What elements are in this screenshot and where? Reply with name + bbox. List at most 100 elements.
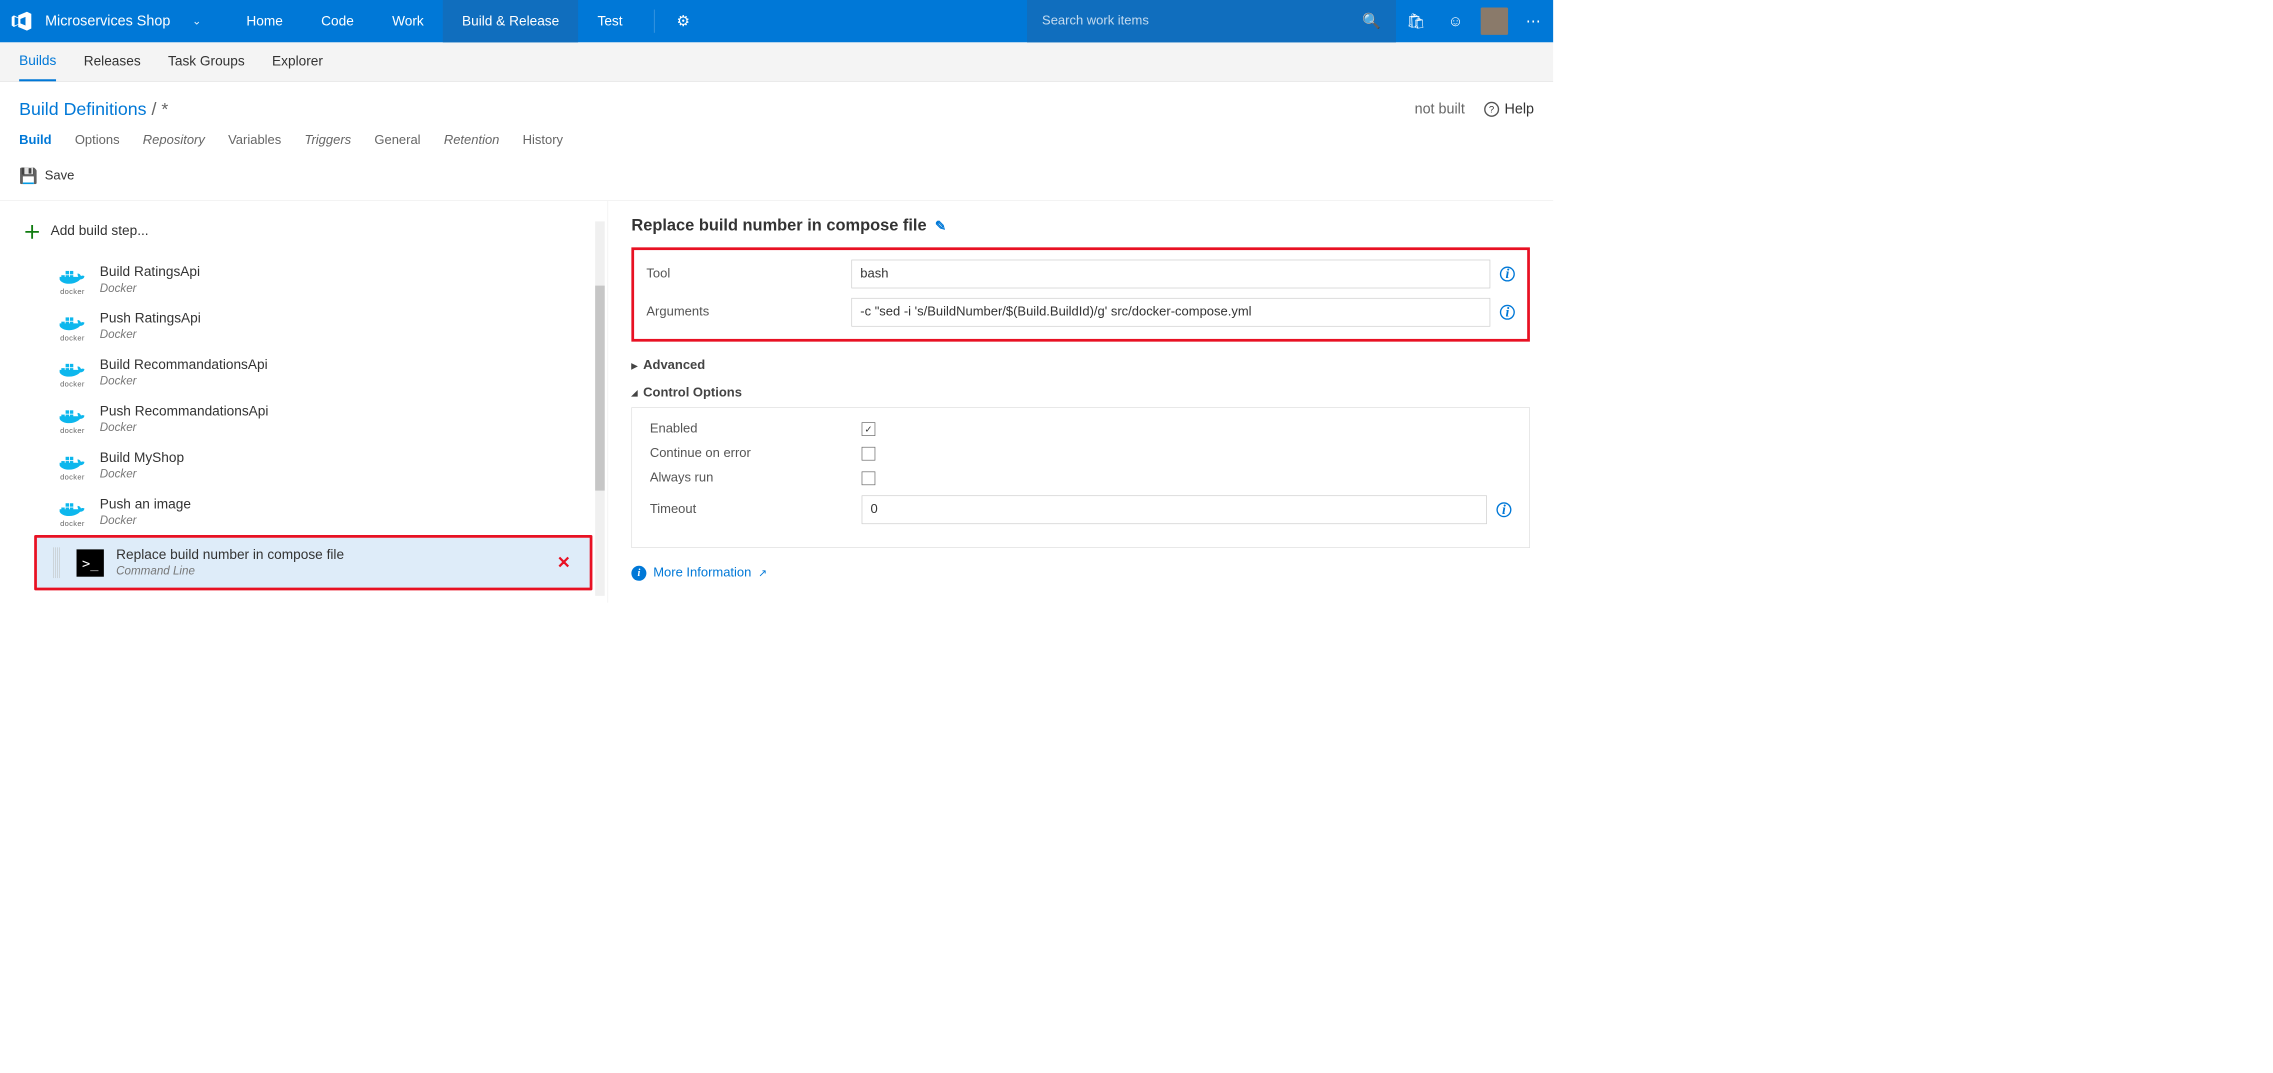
docker-icon-label: docker xyxy=(60,427,85,435)
subtab-releases[interactable]: Releases xyxy=(84,42,141,81)
build-step-row[interactable]: dockerBuild RatingsApiDocker xyxy=(19,256,607,302)
deftab-history[interactable]: History xyxy=(523,133,563,148)
advanced-section-toggle[interactable]: ▶ Advanced xyxy=(631,358,1530,373)
timeout-input[interactable] xyxy=(862,495,1487,524)
subtab-task-groups[interactable]: Task Groups xyxy=(168,42,245,81)
definition-tabs: Build Options Repository Variables Triggers G… xyxy=(0,126,1553,157)
help-icon: ? xyxy=(1484,101,1499,116)
control-options-toggle[interactable]: ◢ Control Options xyxy=(631,385,1530,400)
docker-icon-label: docker xyxy=(60,381,85,389)
search-icon[interactable]: 🔍 xyxy=(1362,12,1381,30)
scrollbar-thumb[interactable] xyxy=(595,286,605,491)
control-options-box: Enabled Continue on error Always run Tim… xyxy=(631,407,1530,548)
tool-info-icon[interactable]: i xyxy=(1500,266,1515,281)
chevron-right-icon: ▶ xyxy=(631,361,637,371)
step-title: Push an image xyxy=(100,496,191,512)
deftab-variables[interactable]: Variables xyxy=(228,133,281,148)
more-information-link[interactable]: i More Information ↗ xyxy=(631,566,1530,581)
breadcrumb-separator: / xyxy=(151,98,161,118)
topnav-home[interactable]: Home xyxy=(227,0,302,42)
deftab-triggers[interactable]: Triggers xyxy=(304,133,351,148)
plus-icon: ＋ xyxy=(23,219,41,244)
project-name[interactable]: Microservices Shop xyxy=(45,13,170,29)
always-run-checkbox[interactable] xyxy=(862,471,876,485)
deftab-options[interactable]: Options xyxy=(75,133,120,148)
step-subtitle: Docker xyxy=(100,281,200,295)
topnav-work[interactable]: Work xyxy=(373,0,443,42)
build-step-row[interactable]: docker Build MyShopDocker xyxy=(19,442,607,488)
deftab-retention[interactable]: Retention xyxy=(444,133,500,148)
step-subtitle: Docker xyxy=(100,374,268,388)
build-status: not built xyxy=(1415,101,1465,117)
arguments-input[interactable] xyxy=(851,298,1490,327)
feedback-smile-icon[interactable]: ☺ xyxy=(1436,0,1476,42)
drag-handle-icon[interactable] xyxy=(53,547,60,578)
subtab-builds[interactable]: Builds xyxy=(19,42,56,81)
deftab-repository[interactable]: Repository xyxy=(143,133,205,148)
arguments-info-icon[interactable]: i xyxy=(1500,305,1515,320)
docker-icon-label: docker xyxy=(60,474,85,482)
command-line-icon: >_ xyxy=(77,549,104,576)
build-step-row[interactable]: dockerBuild RecommandationsApiDocker xyxy=(19,349,607,395)
settings-gear-icon[interactable]: ⚙ xyxy=(667,0,700,42)
toolbar: 💾 Save xyxy=(0,158,1553,200)
timeout-info-icon[interactable]: i xyxy=(1496,502,1511,517)
step-subtitle: Docker xyxy=(100,513,191,527)
search-area: 🔍 xyxy=(1027,0,1396,42)
subtab-explorer[interactable]: Explorer xyxy=(272,42,323,81)
save-icon: 💾 xyxy=(19,167,38,185)
marketplace-icon[interactable]: 🛍 xyxy=(1396,0,1436,42)
more-info-text: More Information xyxy=(653,566,751,581)
docker-icon xyxy=(57,402,87,428)
docker-icon xyxy=(57,449,87,475)
tool-input[interactable] xyxy=(851,260,1490,289)
breadcrumb: Build Definitions / * xyxy=(19,98,168,119)
top-nav: HomeCodeWorkBuild & ReleaseTest xyxy=(227,0,641,42)
breadcrumb-root[interactable]: Build Definitions xyxy=(19,98,146,118)
enabled-checkbox[interactable] xyxy=(862,422,876,436)
timeout-label: Timeout xyxy=(650,502,862,517)
deftab-general[interactable]: General xyxy=(374,133,420,148)
help-label: Help xyxy=(1504,101,1534,117)
always-run-label: Always run xyxy=(650,471,862,486)
build-step-row[interactable]: >_ Replace build number in compose fileCo… xyxy=(34,535,592,590)
user-avatar[interactable] xyxy=(1481,8,1508,35)
docker-icon xyxy=(57,495,87,521)
edit-pencil-icon[interactable]: ✎ xyxy=(935,217,946,234)
build-step-row[interactable]: dockerPush RatingsApiDocker xyxy=(19,303,607,349)
chevron-down-icon: ◢ xyxy=(631,388,637,398)
docker-icon xyxy=(57,356,87,382)
more-menu-icon[interactable]: ⋯ xyxy=(1514,0,1554,42)
docker-icon xyxy=(57,263,87,289)
step-subtitle: Docker xyxy=(100,467,184,481)
main-split: ＋ Add build step... dockerBuild RatingsA… xyxy=(0,200,1553,602)
hub-tabs: Builds Releases Task Groups Explorer xyxy=(0,42,1553,82)
deftab-build[interactable]: Build xyxy=(19,133,51,148)
breadcrumb-current: * xyxy=(161,98,168,118)
save-button[interactable]: Save xyxy=(45,169,75,184)
steps-scrollbar[interactable] xyxy=(595,221,605,595)
step-title: Build MyShop xyxy=(100,450,184,466)
info-circle-icon: i xyxy=(631,566,646,581)
build-step-row[interactable]: dockerPush RecommandationsApiDocker xyxy=(19,396,607,442)
project-chevron-icon[interactable]: ⌄ xyxy=(180,14,214,28)
arguments-label: Arguments xyxy=(646,305,851,320)
search-input[interactable] xyxy=(1042,14,1354,29)
build-step-row[interactable]: docker Push an imageDocker xyxy=(19,489,607,535)
continue-on-error-checkbox[interactable] xyxy=(862,447,876,461)
step-title: Push RecommandationsApi xyxy=(100,403,269,419)
docker-icon-label: docker xyxy=(60,334,85,342)
topnav-test[interactable]: Test xyxy=(578,0,641,42)
remove-step-icon[interactable]: ✕ xyxy=(557,553,571,573)
step-details-panel: Replace build number in compose file ✎ T… xyxy=(608,201,1553,603)
top-nav-bar: Microservices Shop ⌄ HomeCodeWorkBuild &… xyxy=(0,0,1553,42)
topnav-build-release[interactable]: Build & Release xyxy=(443,0,579,42)
step-subtitle: Command Line xyxy=(116,564,344,578)
step-title: Replace build number in compose file xyxy=(116,547,344,563)
topnav-code[interactable]: Code xyxy=(302,0,373,42)
tool-args-highlight: Tool i Arguments i xyxy=(631,247,1530,341)
add-build-step-button[interactable]: ＋ Add build step... xyxy=(19,213,607,256)
help-link[interactable]: ? Help xyxy=(1484,101,1534,117)
step-title: Push RatingsApi xyxy=(100,311,201,327)
docker-icon-label: docker xyxy=(60,520,85,528)
